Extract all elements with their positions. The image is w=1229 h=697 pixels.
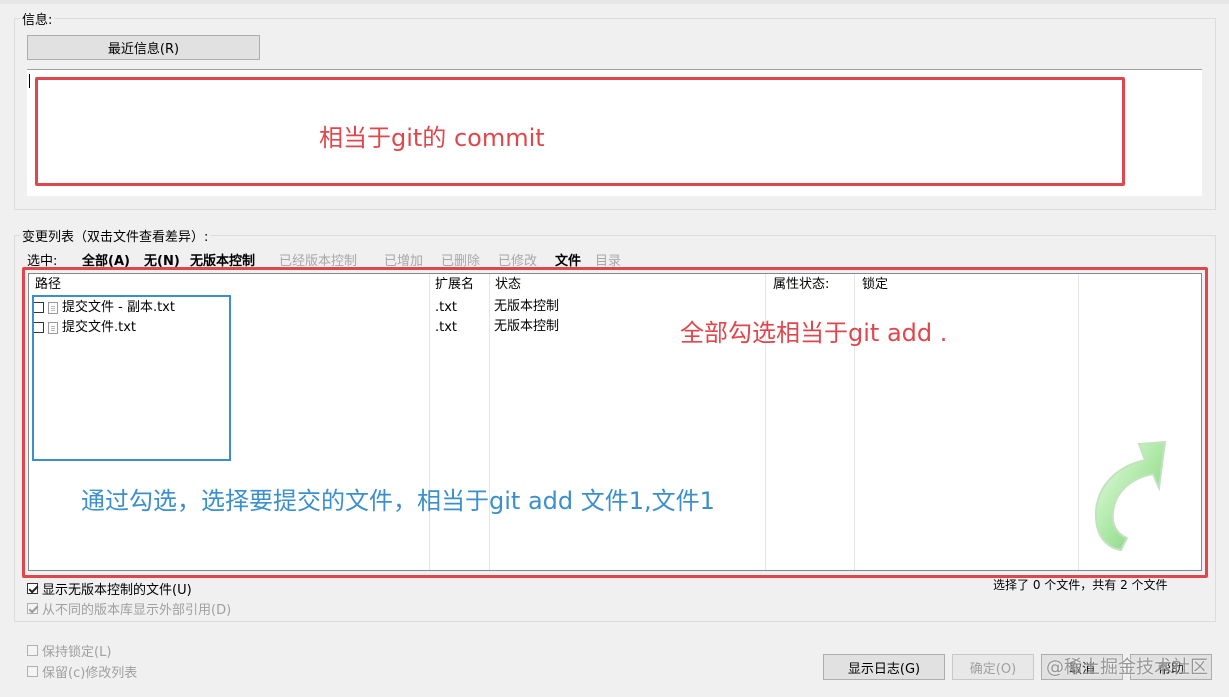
keep-locks-label: 保持锁定(L) — [42, 645, 112, 660]
show-unversioned-label: 显示无版本控制的文件(U) — [42, 583, 192, 598]
commit-annotation: 相当于git的 commit — [319, 124, 545, 152]
watermark-text: @稀土掘金技术社区 — [1046, 657, 1208, 678]
ok-button[interactable]: 确定(O) — [952, 654, 1034, 680]
commit-highlight-box — [35, 77, 1125, 186]
top-cut-strip — [0, 0, 1229, 4]
show-externals-checkbox — [27, 603, 38, 614]
keep-changelists-checkbox — [27, 666, 38, 677]
selection-summary: 选择了 0 个文件，共有 2 个文件 — [993, 578, 1168, 592]
keep-locks-checkbox — [27, 645, 38, 656]
message-group-label: 信息: — [20, 9, 55, 28]
text-cursor — [29, 74, 30, 88]
git-add-all-annotation: 全部勾选相当于git add . — [680, 319, 948, 347]
show-externals-option: 从不同的版本库显示外部引用(D) — [27, 599, 231, 618]
file-select-highlight-box — [32, 295, 231, 461]
recent-messages-button[interactable]: 最近信息(R) — [27, 35, 260, 60]
show-unversioned-checkbox[interactable] — [27, 583, 38, 594]
show-externals-label: 从不同的版本库显示外部引用(D) — [42, 603, 232, 618]
show-log-button[interactable]: 显示日志(G) — [823, 654, 945, 680]
changes-group-label: 变更列表（双击文件查看差异）: — [20, 226, 211, 245]
git-add-select-annotation: 通过勾选，选择要提交的文件，相当于git add 文件1,文件1 — [81, 487, 715, 515]
show-unversioned-option[interactable]: 显示无版本控制的文件(U) — [27, 579, 192, 598]
keep-locks-option: 保持锁定(L) — [27, 641, 111, 660]
keep-changelists-label: 保留(c)修改列表 — [42, 666, 138, 681]
keep-changelists-option: 保留(c)修改列表 — [27, 662, 137, 681]
